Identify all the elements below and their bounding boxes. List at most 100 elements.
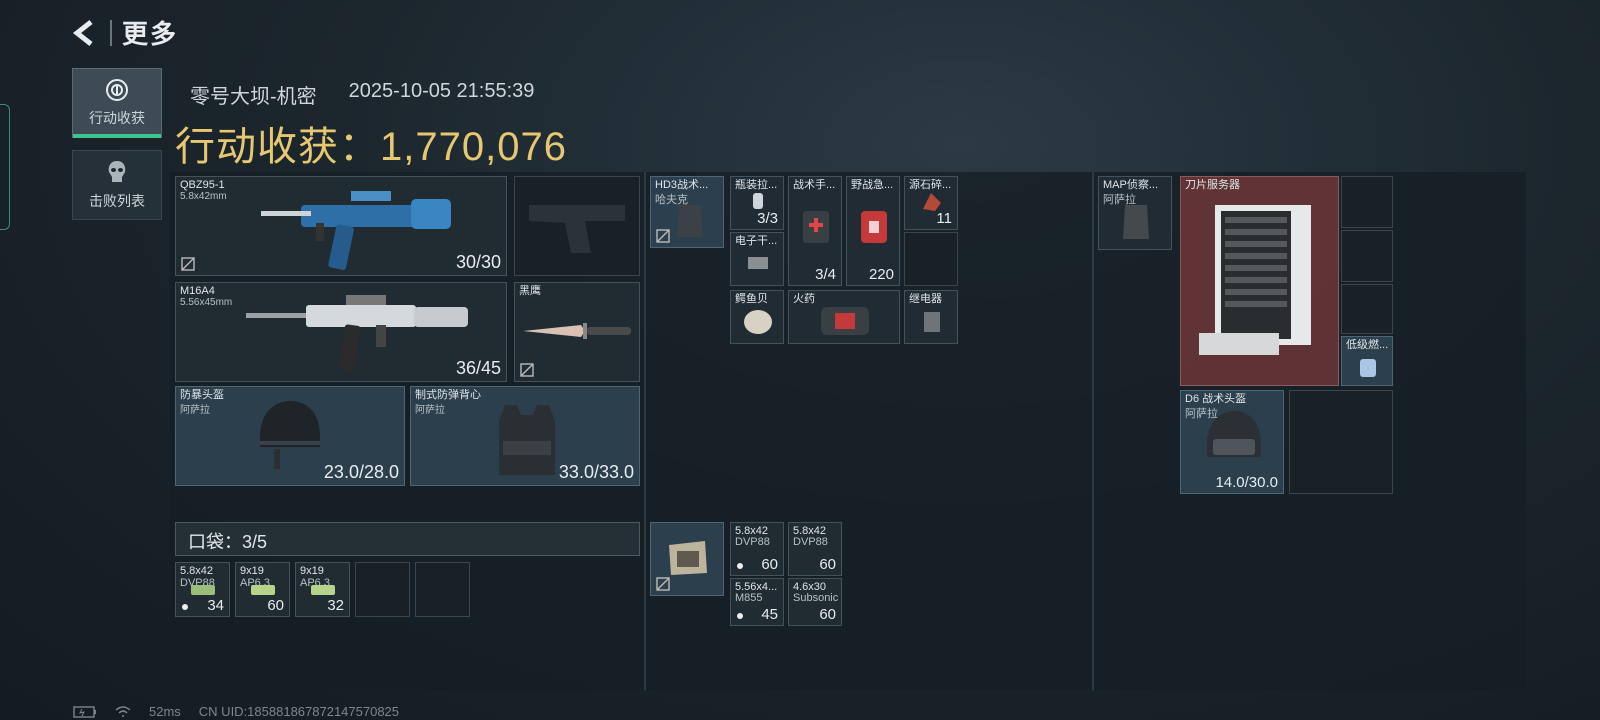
helmet-icon (260, 401, 320, 469)
helmet-brand: 阿萨拉 (180, 405, 210, 416)
title-separator (110, 19, 112, 46)
rig-item-count: 3/4 (815, 266, 836, 283)
pocket-slot-empty[interactable] (355, 562, 410, 617)
bag-item-count: 60 (819, 606, 836, 623)
backpack-slot-empty[interactable] (1341, 230, 1393, 282)
pocket-header: 口袋：3/5 (175, 522, 640, 556)
wifi-icon (115, 705, 131, 717)
electronic-part-icon (748, 257, 768, 269)
armor-durability: 33.0/33.0 (558, 462, 634, 482)
armor-slot[interactable]: 制式防弹背心 阿萨拉 33.0/33.0 (410, 386, 640, 486)
bag-item-count: 45 (761, 606, 778, 623)
raid-datetime: 2025-10-05 21:55:39 (348, 80, 535, 102)
rig-item-name: 源石碎... (909, 179, 952, 191)
bag-item[interactable]: 5.8x42 DVP88 60 (730, 522, 784, 576)
rig-item[interactable]: 电子干... (730, 232, 784, 286)
skull-icon (108, 161, 126, 182)
tactical-medkit-icon (803, 211, 829, 243)
primary-weapon-slot[interactable]: QBZ95-1 5.8x42mm 30/30 (175, 176, 507, 276)
rig-item[interactable]: 瓶装拉... 3/3 (730, 176, 784, 230)
pistol-silhouette-icon (529, 205, 625, 253)
sidearm-slot-empty[interactable] (514, 176, 640, 276)
rig-item[interactable]: 火药 (788, 290, 900, 344)
no-insurance-icon (656, 229, 670, 243)
tab-defeat-list[interactable]: 击败列表 (72, 150, 162, 220)
no-insurance-icon (656, 577, 670, 591)
pocket-item[interactable]: 9x19 AP6.3 60 (235, 562, 290, 617)
backpack-item[interactable]: 刀片服务器 (1180, 176, 1339, 386)
backpack-slot-empty[interactable] (1289, 390, 1393, 494)
pocket-item-count: 60 (267, 597, 284, 614)
primary-weapon-caliber: 5.8x42mm (180, 191, 227, 202)
gunpowder-icon (821, 307, 869, 335)
secondary-weapon-ammo: 36/45 (455, 358, 501, 378)
bag-item-sub: M855 (735, 592, 763, 604)
panel-divider (644, 172, 646, 690)
backpack-icon (1123, 205, 1149, 239)
tab-defeat-list-label: 击败列表 (89, 193, 145, 209)
rig-slot-empty[interactable] (904, 232, 958, 286)
rig-item-count: 3/3 (757, 210, 778, 227)
backpack-slot[interactable] (650, 522, 724, 596)
rig-item[interactable]: 战术手... 3/4 (788, 176, 842, 286)
tactical-helmet-icon (1207, 411, 1261, 457)
ammo-box-icon (251, 585, 275, 595)
server-icon (1199, 205, 1311, 355)
rig-item-count: 11 (936, 210, 952, 227)
backpack-name: MAP侦察... (1103, 179, 1159, 191)
harvest-value: 1,770,076 (380, 125, 567, 169)
rig-item[interactable]: 鳄鱼贝 (730, 290, 784, 344)
canister-icon (753, 193, 763, 209)
helmet-name: 防暴头盔 (180, 389, 224, 401)
pouch-icon (669, 541, 707, 575)
page-title: 更多 (122, 19, 179, 49)
backpack-item[interactable]: D6 战术头盔 阿萨拉 14.0/30.0 (1180, 390, 1284, 494)
rifle-icon (261, 191, 451, 270)
chest-rig-slot[interactable]: HD3战术... 哈夫克 (650, 176, 724, 248)
rig-item-count: 220 (868, 266, 894, 283)
helmet-slot[interactable]: 防暴头盔 阿萨拉 23.0/28.0 (175, 386, 405, 486)
secondary-weapon-caliber: 5.56x45mm (180, 297, 233, 308)
backpack-slot[interactable]: MAP侦察... 阿萨拉 (1098, 176, 1172, 250)
rifle-icon (246, 295, 468, 372)
ammo-dot-icon (182, 604, 188, 610)
rig-item[interactable]: 继电器 (904, 290, 958, 344)
armor-name: 制式防弹背心 (415, 389, 481, 401)
no-insurance-icon (181, 257, 195, 271)
backpack-item-durability: 14.0/30.0 (1215, 474, 1278, 491)
status-bar: 52ms CN UID:1858818678721475708​25 (73, 704, 399, 719)
bag-item-count: 60 (761, 556, 778, 573)
backpack-item[interactable]: 低级燃... (1341, 336, 1393, 386)
back-button[interactable] (70, 16, 100, 50)
bag-item[interactable]: 5.8x42 DVP88 60 (788, 522, 842, 576)
rig-item-name: 瓶装拉... (735, 179, 778, 191)
pocket-item-name: 9x19 (300, 565, 324, 577)
tab-harvest-label: 行动收获 (89, 110, 145, 126)
harvest-total: 行动收获：1,770,076 (175, 114, 567, 172)
pocket-slot-empty[interactable] (415, 562, 470, 617)
pocket-item[interactable]: 5.8x42 DVP88 34 (175, 562, 230, 617)
side-edge-indicator (0, 104, 10, 230)
backpack-slot-empty[interactable] (1341, 176, 1393, 228)
secondary-weapon-slot[interactable]: M16A4 5.56x45mm 36/45 (175, 282, 507, 382)
bag-item[interactable]: 4.6x30 Subsonic 60 (788, 578, 842, 626)
armor-brand: 阿萨拉 (415, 405, 445, 416)
backpack-item-name: 低级燃... (1346, 339, 1389, 351)
chest-rig-icon (677, 205, 703, 237)
pocket-item-name: 9x19 (240, 565, 264, 577)
pocket-item-name: 5.8x42 (180, 565, 214, 577)
backpack-item-name: 刀片服务器 (1185, 179, 1240, 191)
pocket-item[interactable]: 9x19 AP6.3 32 (295, 562, 350, 617)
bag-item-sub: DVP88 (735, 536, 770, 548)
rig-item[interactable]: 野战急... 220 (846, 176, 900, 286)
uid-text: CN UID:1858818678721475708​25 (198, 704, 400, 719)
rig-item[interactable]: 源石碎... 11 (904, 176, 958, 230)
pocket-item-count: 34 (207, 597, 224, 614)
melee-slot[interactable]: 黑鹰 (514, 282, 640, 382)
ammo-dot-icon (737, 563, 743, 569)
map-name: 零号大坝-机密 (190, 86, 317, 108)
bag-item[interactable]: 5.56x4... M855 45 (730, 578, 784, 626)
tab-harvest[interactable]: 行动收获 (72, 68, 162, 138)
top-bar: 更多 (70, 14, 178, 51)
backpack-slot-empty[interactable] (1341, 284, 1393, 334)
